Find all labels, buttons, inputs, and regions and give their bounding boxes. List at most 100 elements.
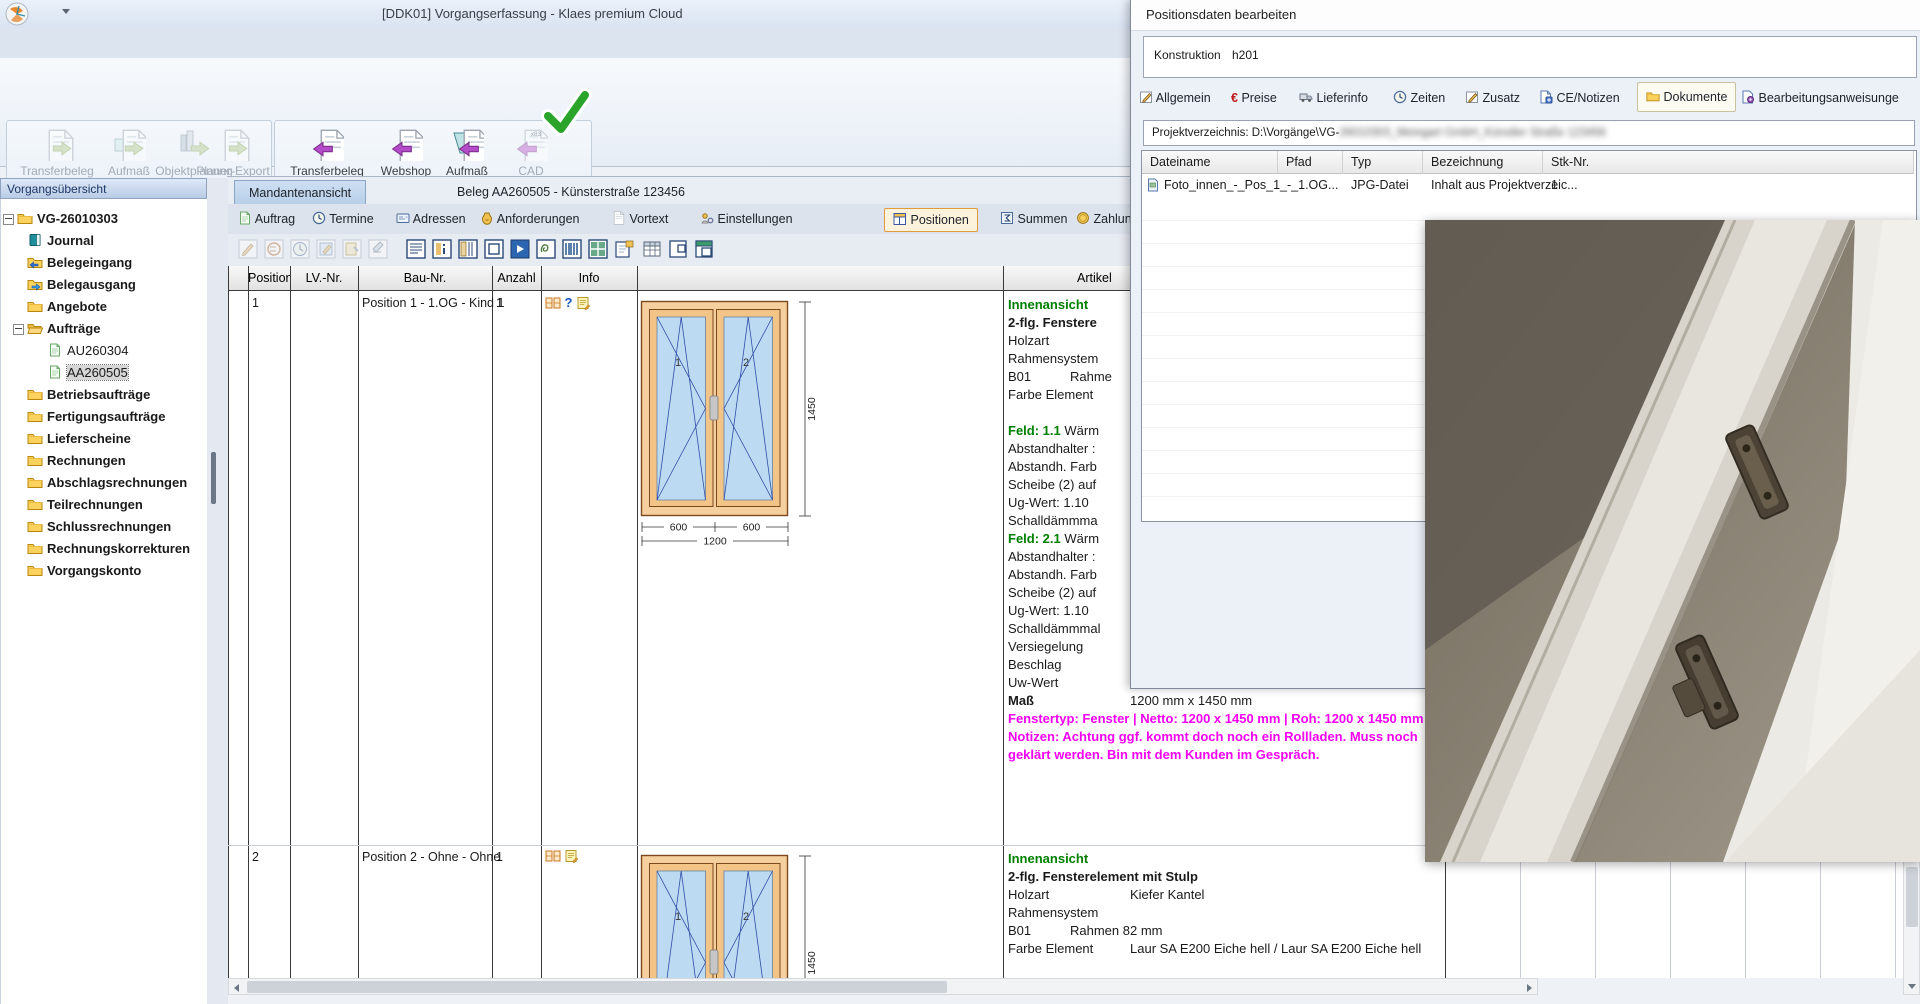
col-header-anzahl[interactable]: Anzahl [492, 266, 541, 291]
print-icon[interactable] [368, 239, 388, 259]
tab-termine[interactable]: Termine [312, 208, 374, 230]
collapse-icon[interactable] [13, 324, 24, 335]
frame-view-icon[interactable] [484, 239, 504, 259]
file-col-typ[interactable]: Typ [1343, 151, 1423, 174]
vertical-scrollbar-thumb[interactable] [1906, 867, 1918, 927]
dialog-tab-dokumente[interactable]: Dokumente [1637, 82, 1736, 112]
col-header-lv-nr[interactable]: LV.-Nr. [290, 266, 358, 291]
dialog-tab-zusatz[interactable]: Zusatz [1465, 86, 1520, 110]
attachment-view-icon[interactable] [536, 239, 556, 259]
tree-item-rechnungen[interactable]: Rechnungen [27, 452, 126, 470]
file-col-dateiname[interactable]: Dateiname [1142, 151, 1278, 174]
project-directory-bar: Projektverzeichnis: D:\Vorgänge\VG-26010… [1143, 120, 1915, 146]
panel-splitter[interactable] [207, 178, 228, 1004]
time-icon[interactable] [290, 239, 310, 259]
tree-item-fertigungsauftraege[interactable]: Fertigungsaufträge [27, 408, 165, 426]
tree-item-angebote[interactable]: Angebote [27, 298, 107, 316]
tab-einstellungen[interactable]: Einstellungen [700, 208, 793, 230]
tree-item-vorgangskonto[interactable]: Vorgangskonto [27, 562, 141, 580]
export-planer-export-button[interactable]: Planer-Export [195, 127, 271, 178]
tab-anforderungen[interactable]: Anforderungen [480, 208, 580, 230]
money-bag-icon [480, 211, 494, 225]
attachment-icon[interactable] [342, 239, 362, 259]
dialog-tab-ce-notizen[interactable]: CE/Notizen [1539, 86, 1620, 110]
note-icon[interactable] [564, 849, 578, 863]
note-edit-icon[interactable] [316, 239, 336, 259]
tree-item-schlussrechnungen[interactable]: Schlussrechnungen [27, 518, 171, 536]
row-select-header [228, 266, 248, 291]
tree-item-betriebsauftraege[interactable]: Betriebsaufträge [27, 386, 150, 404]
tree-item-lieferscheine[interactable]: Lieferscheine [27, 430, 131, 448]
col-header-position[interactable]: Position [248, 266, 290, 291]
barcode-view-icon[interactable] [562, 239, 582, 259]
dimensions-view-icon[interactable] [458, 239, 478, 259]
document-photo-preview [1425, 220, 1920, 862]
tab-summen[interactable]: Summen [1000, 208, 1068, 230]
splitter-grip[interactable] [211, 452, 216, 504]
file-row[interactable]: Foto_innen_-_Pos_1_-_1.OG... JPG-Datei I… [1142, 174, 1916, 197]
dialog-tab-lieferinfo[interactable]: Lieferinfo [1299, 86, 1368, 110]
dialog-tab-zeiten[interactable]: Zeiten [1393, 86, 1445, 110]
tree-panel-header[interactable]: Vorgangsübersicht [0, 178, 207, 199]
tab-auftrag[interactable]: Auftrag [238, 208, 295, 230]
file-col-pfad[interactable]: Pfad [1278, 151, 1343, 174]
tree-item-au260304[interactable]: AU260304 [47, 342, 128, 360]
export-aufmass-button[interactable]: Aufmaß [103, 127, 155, 178]
horizontal-scrollbar-thumb[interactable] [247, 981, 947, 993]
quick-access-dropdown-icon[interactable] [62, 9, 70, 14]
row2-anzahl: 1 [496, 850, 503, 864]
collapse-icon[interactable] [3, 214, 14, 225]
dialog-tab-bearbeitungsanweisungen[interactable]: Bearbeitungsanweisunge [1741, 86, 1899, 110]
window-pair-icon[interactable] [545, 296, 561, 310]
tree-item-teilrechnungen[interactable]: Teilrechnungen [27, 496, 143, 514]
folder-open-icon [27, 321, 43, 335]
tree-item-vorgang-root[interactable]: VG-26010303 [9, 210, 118, 228]
column-layout-icon[interactable] [668, 239, 688, 259]
row2-info-icons [545, 849, 578, 864]
tab-mandantenansicht[interactable]: Mandantenansicht [234, 180, 366, 205]
preview-icon[interactable] [510, 239, 530, 259]
list-view-icon[interactable] [406, 239, 426, 259]
tree-item-aa260505[interactable]: AA260505 [47, 364, 128, 382]
glass-structure-icon[interactable] [588, 239, 608, 259]
window-pair-icon[interactable] [545, 849, 561, 863]
note-icon[interactable] [576, 296, 590, 310]
scroll-down-arrow-icon[interactable] [1908, 984, 1916, 989]
tree-item-journal[interactable]: Journal [27, 232, 94, 250]
tab-adressen[interactable]: Adressen [396, 208, 466, 230]
klaes-app-logo[interactable] [5, 2, 29, 26]
dialog-tab-allgemein[interactable]: Allgemein [1139, 86, 1211, 110]
import-aufmass-button[interactable]: Aufmaß [439, 127, 495, 178]
row-layout-icon[interactable] [694, 239, 714, 259]
tree-item-belegeingang[interactable]: Belegeingang [27, 254, 132, 272]
col-header-info[interactable]: Info [541, 266, 637, 291]
aufmass-import-icon [450, 127, 484, 161]
info-view-icon[interactable] [432, 239, 452, 259]
edit-position-icon[interactable] [238, 239, 258, 259]
col-header-bau-nr[interactable]: Bau-Nr. [358, 266, 492, 291]
tab-positionen[interactable]: Positionen [884, 208, 978, 232]
table-row[interactable]: 2 Position 2 - Ohne - Ohne 1 Innenansich… [228, 846, 1920, 978]
import-webshop-button[interactable]: Webshop [375, 127, 437, 178]
new-document-icon[interactable] [614, 239, 634, 259]
file-col-bezeichnung[interactable]: Bezeichnung [1423, 151, 1543, 174]
export-transferbeleg-button[interactable]: Transferbeleg [11, 127, 103, 178]
tree-item-auftraege[interactable]: Aufträge [27, 320, 100, 338]
import-transferbeleg-button[interactable]: Transferbeleg [281, 127, 373, 178]
dialog-titlebar[interactable]: Positionsdaten bearbeiten [1131, 0, 1920, 31]
file-col-stk-nr[interactable]: Stk-Nr. [1543, 151, 1914, 174]
tree-item-belegausgang[interactable]: Belegausgang [27, 276, 136, 294]
price-icon[interactable] [264, 239, 284, 259]
row2-artikel-text: Innenansicht 2-flg. Fensterelement mit S… [1008, 850, 1444, 958]
scroll-left-arrow-icon[interactable] [234, 984, 239, 992]
table-view-icon[interactable] [642, 239, 662, 259]
folder-icon [27, 541, 43, 555]
tab-vortext[interactable]: Vortext [612, 208, 668, 230]
horizontal-scrollbar[interactable] [228, 978, 1538, 995]
tab-beleg-aa260505[interactable]: Beleg AA260505 - Künsterstraße 123456 [443, 180, 699, 204]
question-info-icon[interactable]: ? [564, 295, 572, 310]
scroll-right-arrow-icon[interactable] [1527, 984, 1532, 992]
tree-item-rechnungskorrekturen[interactable]: Rechnungskorrekturen [27, 540, 190, 558]
dialog-tab-preise[interactable]: € Preise [1231, 86, 1277, 110]
tree-item-abschlagsrechnungen[interactable]: Abschlagsrechnungen [27, 474, 187, 492]
